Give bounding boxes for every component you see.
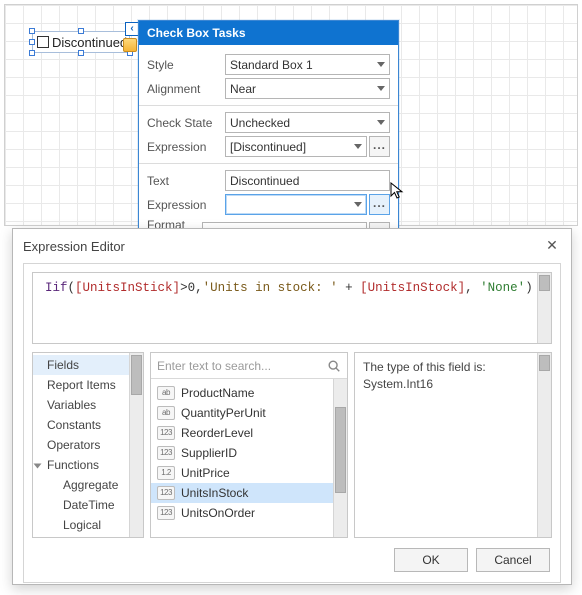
field-item[interactable]: ab ProductName — [151, 383, 347, 403]
dialog-close-button[interactable]: ✕ — [543, 237, 561, 255]
field-name: UnitsOnOrder — [181, 506, 255, 520]
style-value: Standard Box 1 — [230, 58, 313, 72]
field-item[interactable]: 123 SupplierID — [151, 443, 347, 463]
expression-checkstate-label: Expression — [147, 140, 225, 154]
field-type-icon: 123 — [157, 486, 175, 500]
expression-text-combobox[interactable] — [225, 194, 367, 215]
field-item[interactable]: 123 ReorderLevel — [151, 423, 347, 443]
style-combobox[interactable]: Standard Box 1 — [225, 54, 390, 75]
field-item[interactable]: 123 UnitsOnOrder — [151, 503, 347, 523]
category-item[interactable]: Operators — [33, 435, 143, 455]
check-state-label: Check State — [147, 116, 225, 130]
expression-text-editor-button[interactable]: ... — [369, 194, 390, 215]
description-pane: The type of this field is: System.Int16 — [354, 352, 552, 538]
databound-indicator-icon — [123, 38, 137, 52]
separator — [139, 105, 398, 106]
field-type-icon: 123 — [157, 446, 175, 460]
field-name: UnitsInStock — [181, 486, 248, 500]
resize-handle[interactable] — [29, 28, 35, 34]
scrollbar[interactable] — [333, 379, 347, 537]
search-input[interactable] — [151, 353, 321, 378]
designer-checkbox-label: Discontinued — [52, 35, 127, 50]
category-item[interactable]: Fields — [33, 355, 143, 375]
scrollbar[interactable] — [537, 353, 551, 537]
category-item[interactable]: Constants — [33, 415, 143, 435]
category-item[interactable]: DateTime — [33, 495, 143, 515]
designer-checkbox-element[interactable]: Discontinued ‹ — [32, 31, 130, 53]
expression-checkstate-combobox[interactable]: [Discontinued] — [225, 136, 367, 157]
smart-tag-toggle[interactable]: ‹ — [125, 22, 139, 36]
resize-handle[interactable] — [78, 28, 84, 34]
field-type-icon: 123 — [157, 426, 175, 440]
chevron-down-icon — [377, 62, 385, 67]
resize-handle[interactable] — [29, 39, 35, 45]
text-label: Text — [147, 174, 225, 188]
expression-checkstate-editor-button[interactable]: ... — [369, 136, 390, 157]
check-state-combobox[interactable]: Unchecked — [225, 112, 390, 133]
alignment-label: Alignment — [147, 82, 225, 96]
dialog-title: Expression Editor — [23, 239, 125, 254]
category-item[interactable]: Functions — [33, 455, 143, 475]
alignment-combobox[interactable]: Near — [225, 78, 390, 99]
resize-handle[interactable] — [29, 50, 35, 56]
items-pane: ab ProductName ab QuantityPerUnit 123 Reorder… — [150, 352, 348, 538]
description-line: The type of this field is: — [363, 360, 486, 374]
ok-button[interactable]: OK — [394, 548, 468, 572]
field-type-icon: ab — [157, 406, 175, 420]
chevron-down-icon — [377, 86, 385, 91]
scrollbar[interactable] — [129, 353, 143, 537]
field-name: ReorderLevel — [181, 426, 253, 440]
category-item[interactable]: Logical — [33, 515, 143, 535]
field-item[interactable]: 1.2 UnitPrice — [151, 463, 347, 483]
category-item[interactable]: Aggregate — [33, 475, 143, 495]
chevron-down-icon — [354, 202, 362, 207]
expression-textarea[interactable]: Iif([UnitsInStick]>0,'Units in stock: ' … — [32, 272, 552, 344]
design-surface: Discontinued ‹ Check Box Tasks Style Sta… — [4, 4, 578, 226]
categories-pane: FieldsReport ItemsVariablesConstantsOper… — [32, 352, 144, 538]
field-type-icon: 1.2 — [157, 466, 175, 480]
separator — [139, 163, 398, 164]
checkbox-box-icon — [37, 36, 49, 48]
cancel-button[interactable]: Cancel — [476, 548, 550, 572]
description-line: System.Int16 — [363, 377, 433, 391]
field-name: SupplierID — [181, 446, 237, 460]
field-type-icon: 123 — [157, 506, 175, 520]
checkbox-tasks-panel: Check Box Tasks Style Standard Box 1 Ali… — [138, 20, 399, 258]
field-item[interactable]: 123 UnitsInStock — [151, 483, 347, 503]
expression-checkstate-value: [Discontinued] — [230, 140, 306, 154]
resize-handle[interactable] — [78, 50, 84, 56]
field-type-icon: ab — [157, 386, 175, 400]
check-state-value: Unchecked — [230, 116, 290, 130]
chevron-down-icon — [354, 144, 362, 149]
panel-title: Check Box Tasks — [139, 21, 398, 45]
scrollbar[interactable] — [537, 273, 551, 343]
category-item[interactable]: Variables — [33, 395, 143, 415]
field-name: ProductName — [181, 386, 254, 400]
expression-text-label: Expression — [147, 198, 225, 212]
alignment-value: Near — [230, 82, 256, 96]
field-name: QuantityPerUnit — [181, 406, 266, 420]
style-label: Style — [147, 58, 225, 72]
category-item[interactable]: Report Items — [33, 375, 143, 395]
field-name: UnitPrice — [181, 466, 230, 480]
expression-editor-dialog: Expression Editor ✕ Iif([UnitsInStick]>0… — [12, 228, 572, 585]
search-icon — [321, 353, 347, 378]
chevron-down-icon — [377, 120, 385, 125]
text-input[interactable] — [225, 170, 390, 191]
field-item[interactable]: ab QuantityPerUnit — [151, 403, 347, 423]
